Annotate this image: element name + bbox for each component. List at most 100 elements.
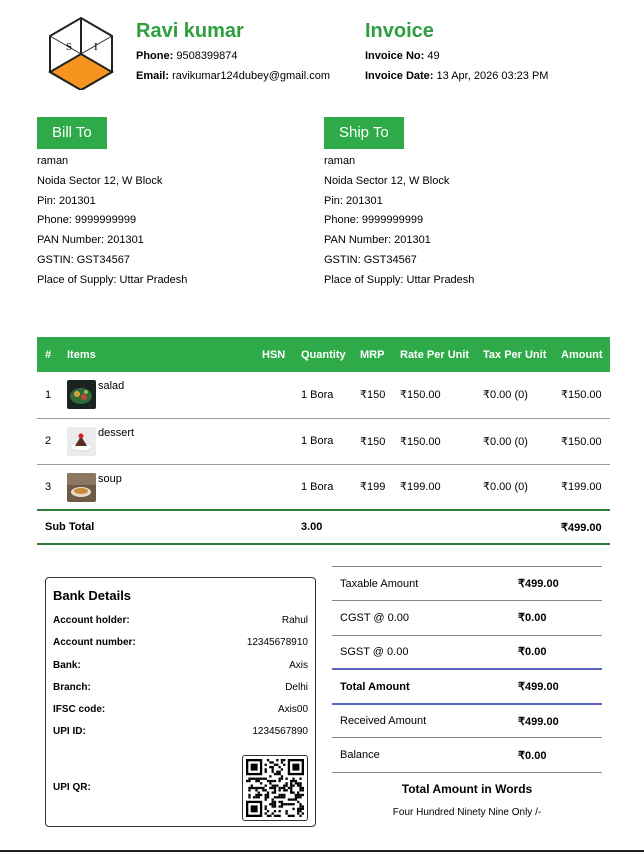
- col-rate: Rate Per Unit: [392, 337, 475, 372]
- item-mrp: ₹150: [352, 372, 392, 419]
- bill-to-gstin: GSTIN: GST34567: [37, 253, 130, 266]
- invoice-title: Invoice: [365, 20, 434, 42]
- bank-details-box: Bank Details Account holder: Rahul Accoun…: [45, 577, 316, 827]
- ship-to-phone: Phone: 9999999999: [324, 214, 424, 227]
- item-amount: ₹150.00: [553, 372, 610, 419]
- totals-table: Taxable Amount ₹499.00 CGST @ 0.00 ₹0.00 S…: [332, 565, 602, 773]
- item-hsn: [254, 372, 293, 419]
- taxable-amount-row: Taxable Amount ₹499.00: [332, 565, 602, 602]
- item-cell: salad: [59, 372, 254, 419]
- item-hsn: [254, 464, 293, 511]
- subtotal-qty: 3.00: [293, 509, 352, 545]
- soup-image: [67, 472, 96, 502]
- amount-in-words-title: Total Amount in Words: [401, 782, 533, 796]
- company-info: Ravi kumar Phone: 9508399874 Email: ravi…: [136, 20, 330, 90]
- item-mrp: ₹199: [352, 464, 392, 511]
- item-tax: ₹0.00 (0): [475, 418, 553, 465]
- ship-to-pin: Pin: 201301: [324, 194, 383, 207]
- amount-in-words-value: Four Hundred Ninety Nine Only /-: [392, 807, 542, 818]
- company-email: Email: ravikumar124dubey@gmail.com: [136, 70, 330, 82]
- qr-code-icon: [246, 758, 304, 817]
- bill-to-address: Noida Sector 12, W Block: [37, 174, 163, 187]
- row-number: 2: [37, 418, 59, 465]
- item-amount: ₹150.00: [553, 418, 610, 465]
- item-qty: 1 Bora: [293, 464, 352, 511]
- invoice-date: Invoice Date: 13 Apr, 2026 03:23 PM: [365, 70, 549, 82]
- logo-letter-right: I: [94, 41, 98, 53]
- items-table: # Items HSN Quantity MRP Rate Per Unit T…: [37, 337, 610, 545]
- item-qty: 1 Bora: [293, 418, 352, 465]
- item-name: dessert: [98, 426, 135, 439]
- upi-qr-label: UPI QR:: [53, 782, 91, 794]
- bank-upi-id: UPI ID: 1234567890: [53, 726, 308, 738]
- item-rate: ₹150.00: [392, 418, 475, 465]
- ship-to-title: Ship To: [324, 117, 404, 149]
- col-quantity: Quantity: [293, 337, 352, 372]
- col-number: #: [37, 337, 59, 372]
- item-rate: ₹199.00: [392, 464, 475, 511]
- bill-to-section: Bill To raman Noida Sector 12, W Block P…: [37, 117, 297, 291]
- bill-to-title: Bill To: [37, 117, 107, 149]
- item-mrp: ₹150: [352, 418, 392, 465]
- bill-to-pin: Pin: 201301: [37, 194, 96, 207]
- subtotal-spacer: [352, 509, 553, 545]
- bank-details-title: Bank Details: [53, 588, 132, 603]
- item-amount: ₹199.00: [553, 464, 610, 511]
- col-items: Items: [59, 337, 254, 372]
- bill-to-pan: PAN Number: 201301: [37, 234, 144, 247]
- subtotal-row: Sub Total 3.00 ₹499.00: [37, 509, 610, 545]
- balance-row: Balance ₹0.00: [332, 737, 602, 773]
- dessert-image: [67, 426, 96, 456]
- ship-to-pan: PAN Number: 201301: [324, 234, 431, 247]
- bank-account-number: Account number: 12345678910: [53, 637, 308, 649]
- company-logo: S I: [48, 16, 114, 90]
- invoice-heading: Invoice Invoice No: 49 Invoice Date: 13 …: [365, 20, 548, 90]
- item-name: salad: [98, 380, 125, 392]
- page-bottom-divider: [0, 850, 644, 852]
- bill-to-phone: Phone: 9999999999: [37, 214, 137, 227]
- col-tax: Tax Per Unit: [475, 337, 553, 372]
- bank-ifsc: IFSC code: Axis00: [53, 704, 308, 716]
- company-name: Ravi kumar: [136, 20, 244, 42]
- item-qty: 1 Bora: [293, 372, 352, 419]
- subtotal-amount: ₹499.00: [553, 509, 610, 545]
- table-row: 3 soup 1 Bora ₹199 ₹199.00 ₹0.00 (0) ₹19…: [37, 464, 610, 511]
- bank-branch: Branch: Delhi: [53, 681, 308, 693]
- bank-account-holder: Account holder: Rahul: [53, 615, 308, 626]
- sgst-row: SGST @ 0.00 ₹0.00: [332, 635, 602, 671]
- col-hsn: HSN: [254, 337, 293, 372]
- company-phone: Phone: 9508399874: [136, 50, 238, 62]
- col-mrp: MRP: [352, 337, 392, 372]
- items-header-row: # Items HSN Quantity MRP Rate Per Unit T…: [37, 337, 610, 372]
- item-tax: ₹0.00 (0): [475, 372, 553, 419]
- item-hsn: [254, 418, 293, 465]
- bill-to-name: raman: [37, 155, 69, 167]
- table-row: 2 dessert 1 Bora ₹150 ₹150.00 ₹0.00 (0) …: [37, 418, 610, 465]
- invoice-number: Invoice No: 49: [365, 50, 440, 62]
- salad-image: [67, 380, 96, 409]
- ship-to-name: raman: [324, 155, 356, 167]
- upi-qr-row: UPI QR:: [53, 754, 308, 821]
- bill-to-supply: Place of Supply: Uttar Pradesh: [37, 273, 188, 286]
- amount-in-words: Total Amount in Words Four Hundred Ninet…: [332, 782, 602, 818]
- bank-name: Bank: Axis: [53, 659, 308, 671]
- row-number: 1: [37, 372, 59, 419]
- item-name: soup: [98, 472, 122, 485]
- row-number: 3: [37, 464, 59, 511]
- subtotal-label: Sub Total: [37, 509, 293, 545]
- item-cell: dessert: [59, 418, 254, 465]
- total-amount-row: Total Amount ₹499.00: [332, 669, 602, 705]
- ship-to-gstin: GSTIN: GST34567: [324, 253, 417, 266]
- ship-to-section: Ship To raman Noida Sector 12, W Block P…: [324, 117, 584, 291]
- ship-to-address: Noida Sector 12, W Block: [324, 174, 450, 187]
- item-cell: soup: [59, 464, 254, 511]
- received-amount-row: Received Amount ₹499.00: [332, 703, 602, 739]
- upi-qr-code: [242, 754, 308, 821]
- col-amount: Amount: [553, 337, 610, 372]
- logo-letter-left: S: [66, 41, 72, 53]
- item-tax: ₹0.00 (0): [475, 464, 553, 511]
- item-rate: ₹150.00: [392, 372, 475, 419]
- cgst-row: CGST @ 0.00 ₹0.00: [332, 600, 602, 636]
- table-row: 1 salad 1 Bora ₹150 ₹150.00 ₹0.00 (0) ₹1…: [37, 372, 610, 419]
- ship-to-supply: Place of Supply: Uttar Pradesh: [324, 273, 475, 286]
